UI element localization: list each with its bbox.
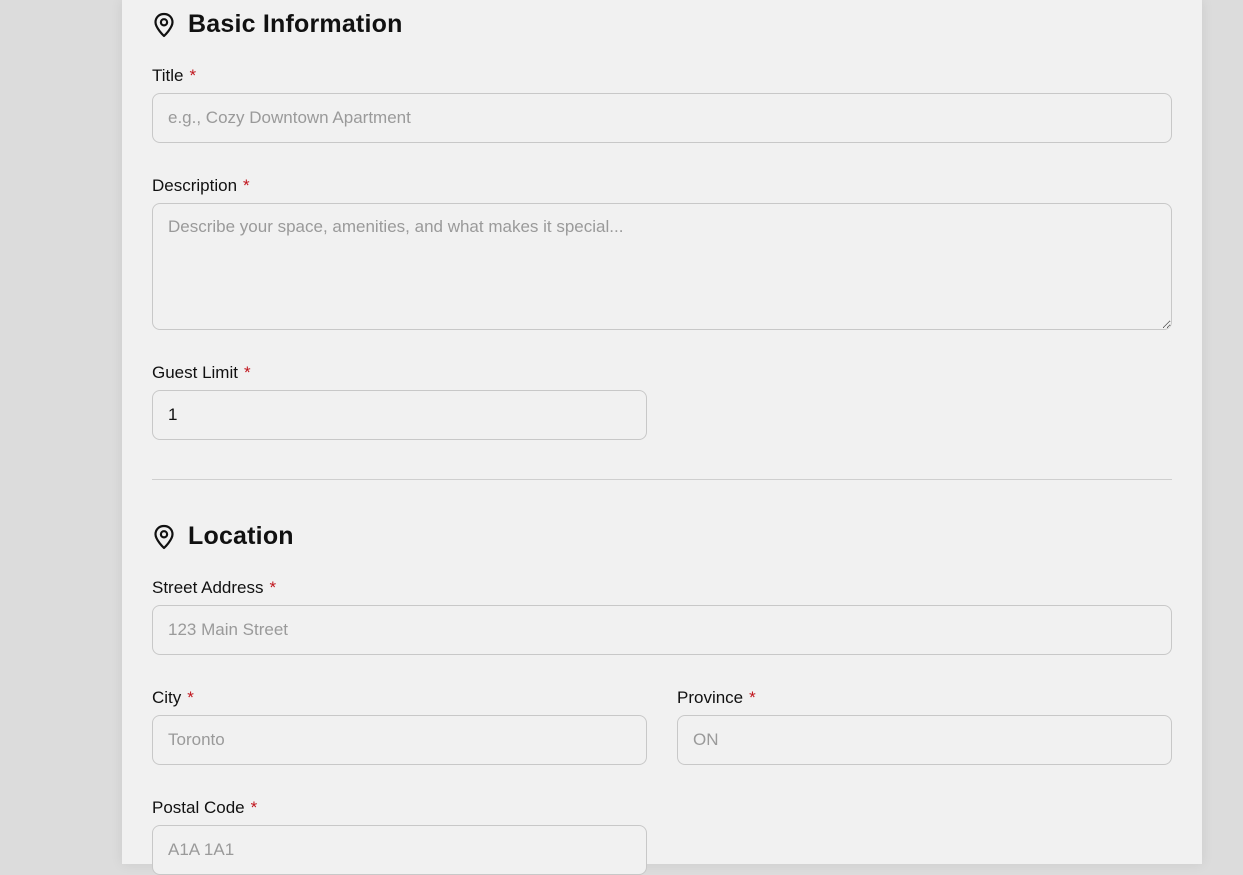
city-input[interactable]: [152, 715, 647, 765]
province-label-text: Province: [677, 688, 744, 707]
title-label-text: Title: [152, 66, 184, 85]
page-backdrop: Basic Information Title * Description * Gu…: [0, 0, 1243, 875]
street-address-input[interactable]: [152, 605, 1172, 655]
province-label: Province *: [677, 688, 756, 708]
map-pin-icon: [152, 524, 176, 550]
required-mark: *: [250, 798, 258, 817]
map-pin-icon: [152, 12, 176, 38]
postal-code-label-text: Postal Code: [152, 798, 245, 817]
required-mark: *: [243, 363, 251, 382]
location-heading: Location: [152, 522, 294, 551]
city-label: City *: [152, 688, 194, 708]
location-heading-text: Location: [188, 522, 294, 550]
guest-limit-label: Guest Limit *: [152, 363, 251, 383]
required-mark: *: [749, 688, 756, 707]
description-label-text: Description: [152, 176, 238, 195]
required-mark: *: [187, 688, 194, 707]
title-input[interactable]: [152, 93, 1172, 143]
postal-code-label: Postal Code *: [152, 798, 257, 818]
postal-code-input[interactable]: [152, 825, 647, 875]
basic-info-heading: Basic Information: [152, 10, 403, 39]
street-address-label-text: Street Address: [152, 578, 264, 597]
description-label: Description *: [152, 176, 250, 196]
street-address-label: Street Address *: [152, 578, 276, 598]
guest-limit-label-text: Guest Limit: [152, 363, 238, 382]
basic-info-heading-text: Basic Information: [188, 10, 403, 38]
description-textarea[interactable]: [152, 203, 1172, 330]
province-input[interactable]: [677, 715, 1172, 765]
listing-form-card: Basic Information Title * Description * Gu…: [122, 0, 1202, 875]
guest-limit-input[interactable]: [152, 390, 647, 440]
section-divider: [152, 479, 1172, 480]
city-label-text: City: [152, 688, 182, 707]
required-mark: *: [243, 176, 250, 195]
title-label: Title *: [152, 66, 196, 86]
required-mark: *: [189, 66, 197, 85]
required-mark: *: [269, 578, 277, 597]
